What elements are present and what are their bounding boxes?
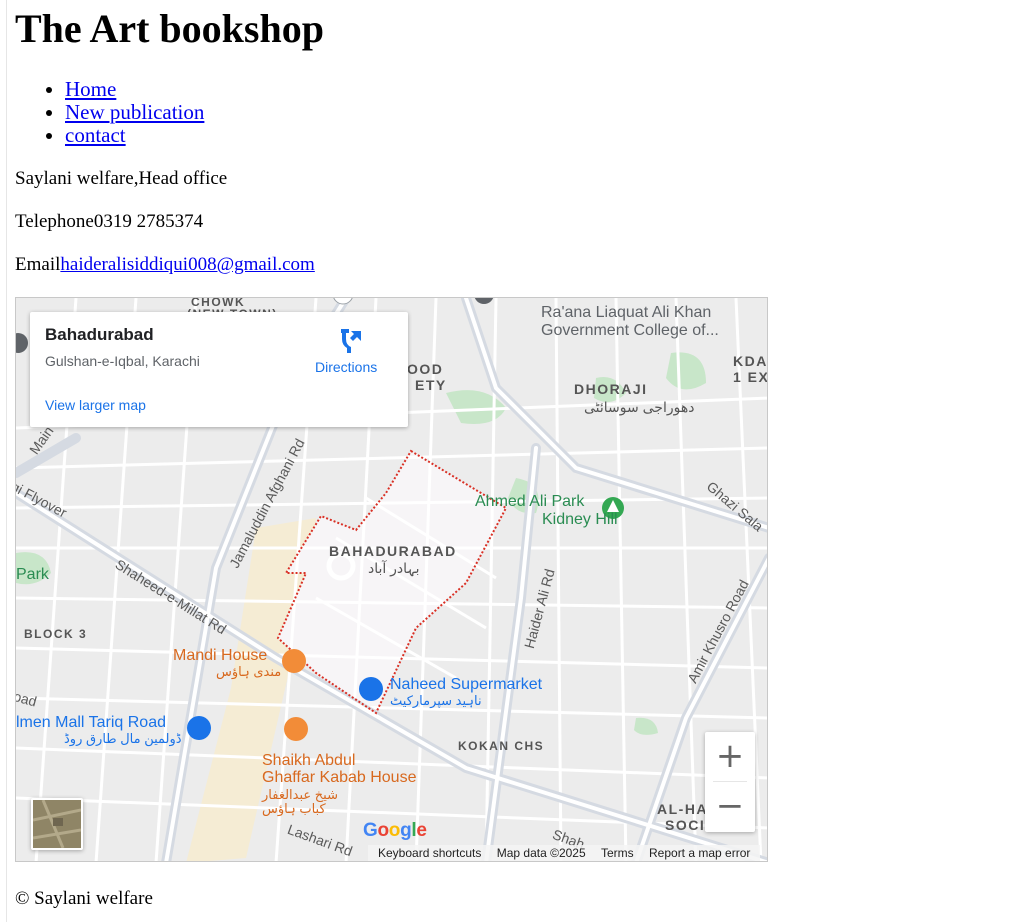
address-text: Saylani welfare,Head office <box>15 168 228 189</box>
embedded-map[interactable]: CHOWK (NEW TOWN) Ra'ana Liaquat Ali Khan… <box>15 297 768 862</box>
map-label-good-society: OOD <box>407 361 444 377</box>
zoom-controls: + − <box>705 732 755 832</box>
nav-item-new-publication: New publication <box>65 101 204 124</box>
map-label-naheed-urdu: ناہید سپرمارکیٹ <box>390 693 482 708</box>
keyboard-shortcuts-link[interactable]: Keyboard shortcuts <box>378 846 481 860</box>
map-label-naheed: Naheed Supermarket <box>390 676 543 693</box>
satellite-toggle[interactable] <box>31 798 83 850</box>
zoom-out-button[interactable]: − <box>705 782 755 832</box>
terms-link[interactable]: Terms <box>601 846 634 860</box>
email-label: Email <box>15 254 61 275</box>
map-label-block-3: BLOCK 3 <box>24 627 88 641</box>
place-title: Bahadurabad <box>45 325 154 344</box>
map-label-soc: SOCI <box>665 817 706 833</box>
map-label-bahadurabad: BAHADURABAD <box>329 543 457 559</box>
map-label-dolmen-urdu: ڈولمین مال طارق روڈ <box>64 731 182 746</box>
map-label-bahadurabad-urdu: بہادر آباد <box>368 560 420 576</box>
map-label-shaikh-urdu-2: کباب ہاؤس <box>262 801 326 816</box>
map-label-dhoraji: DHORAJI <box>574 381 648 397</box>
telephone-line: Telephone0319 2785374 <box>15 211 203 233</box>
place-address: Gulshan-e-Iqbal, Karachi <box>45 353 200 369</box>
map-label-al-ha: AL-HA <box>657 801 709 817</box>
telephone-number: 0319 2785374 <box>93 211 204 232</box>
map-label-park: Park <box>16 566 49 583</box>
google-logo: Google <box>363 820 427 841</box>
nav-link-new-publication[interactable]: New publication <box>65 100 204 124</box>
place-info-card: Bahadurabad Gulshan-e-Iqbal, Karachi Vie… <box>30 312 408 427</box>
map-label-kda: KDA <box>733 353 768 369</box>
map-label-shaikh-1: Shaikh Abdul <box>262 752 356 769</box>
map-data-text: Map data ©2025 <box>496 846 586 860</box>
page-left-border <box>6 0 7 922</box>
map-label-kda-2: 1 EX <box>733 369 768 385</box>
directions-icon[interactable] <box>335 325 365 355</box>
nav-link-contact[interactable]: contact <box>65 123 126 147</box>
copyright-text: © Saylani welfare <box>15 888 153 909</box>
nav-item-home: Home <box>65 78 204 101</box>
view-larger-map-link[interactable]: View larger map <box>45 397 146 413</box>
map-label-ahmed-ali-park: Ahmed Ali Park <box>475 493 585 510</box>
telephone-label: Telephone <box>15 211 94 232</box>
report-error-link[interactable]: Report a map error <box>649 846 750 860</box>
map-label-shaikh-2: Ghaffar Kabab House <box>262 769 417 786</box>
map-label-mandi-house: Mandi House <box>173 647 268 664</box>
directions-button[interactable]: Directions <box>315 359 377 375</box>
main-nav: Home New publication contact <box>25 78 204 147</box>
map-label-kokan: KOKAN CHS <box>458 739 545 753</box>
email-link[interactable]: haideralisiddiqui008@gmail.com <box>60 254 314 275</box>
nav-link-home[interactable]: Home <box>65 77 116 101</box>
map-label-kidney-hill: Kidney Hill <box>542 511 618 528</box>
satellite-thumbnail-icon <box>33 800 81 848</box>
map-label-government-college-1: Ra'ana Liaquat Ali Khan <box>541 304 712 321</box>
map-label-government-college-2: Government College of... <box>541 322 719 339</box>
zoom-in-button[interactable]: + <box>705 732 755 782</box>
map-label-mandi-house-urdu: مندی ہاؤس <box>216 664 282 679</box>
email-line: Emailhaideralisiddiqui008@gmail.com <box>15 254 315 276</box>
page-title: The Art bookshop <box>15 6 324 51</box>
map-label-dhoraji-urdu: دھوراجی سوسائٹی <box>584 399 695 415</box>
map-label-dolmen: lmen Mall Tariq Road <box>16 714 166 731</box>
map-label-good-society-2: ETY <box>415 377 447 393</box>
nav-item-contact: contact <box>65 124 204 147</box>
map-footer-bar: Keyboard shortcuts Map data ©2025 Terms … <box>368 845 761 861</box>
